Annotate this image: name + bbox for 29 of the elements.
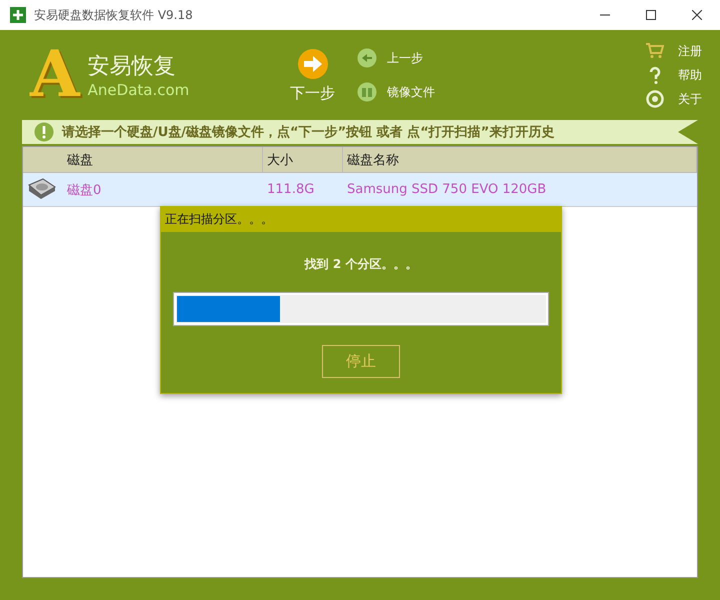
logo-name: 安易恢复 (88, 53, 177, 81)
about-link[interactable]: 关于 (646, 90, 702, 108)
app-icon (10, 7, 26, 23)
logo-mark: A (30, 43, 80, 107)
column-header: 大小 (263, 147, 343, 172)
register-link[interactable]: 注册 (646, 42, 702, 60)
logo-site: AneData.com (88, 81, 190, 99)
close-icon[interactable] (692, 10, 702, 20)
hint-text: 请选择一个硬盘/U盘/磁盘镜像文件，点“下一步”按钮 或者 点“打开扫描”来打开历史 (62, 124, 554, 141)
exclamation-icon (34, 122, 54, 142)
arrow-right-icon (296, 48, 328, 80)
back-button[interactable]: 上一步 (357, 48, 435, 68)
stop-button[interactable]: 停止 (322, 345, 400, 378)
table-cell-text: Samsung SSD 750 EVO 120GB (346, 182, 548, 197)
dialog-title: 正在扫描分区。。。 (165, 211, 273, 228)
cart-icon (646, 42, 664, 60)
window-title: 安易硬盘数据恢复软件 V9.18 (34, 6, 193, 24)
maximize-icon[interactable] (646, 10, 656, 20)
table-cell-text: 磁盘0 (67, 182, 102, 198)
status-message: 找到 2 个分区。。。 (304, 256, 418, 273)
arrow-left-icon (357, 48, 377, 68)
table-cell-text: 111.8G (266, 182, 316, 197)
column-header: 磁盘 (23, 147, 263, 172)
next-button[interactable]: 下一步 (290, 48, 335, 102)
image-file-button[interactable]: 镜像文件 (357, 82, 435, 102)
disk-row[interactable]: 磁盘0 111.8G Samsung SSD 750 EVO 120GB (23, 173, 697, 207)
help-link[interactable]: 帮助 (646, 66, 702, 84)
column-header: 磁盘名称 (343, 147, 697, 172)
target-icon (646, 90, 664, 108)
